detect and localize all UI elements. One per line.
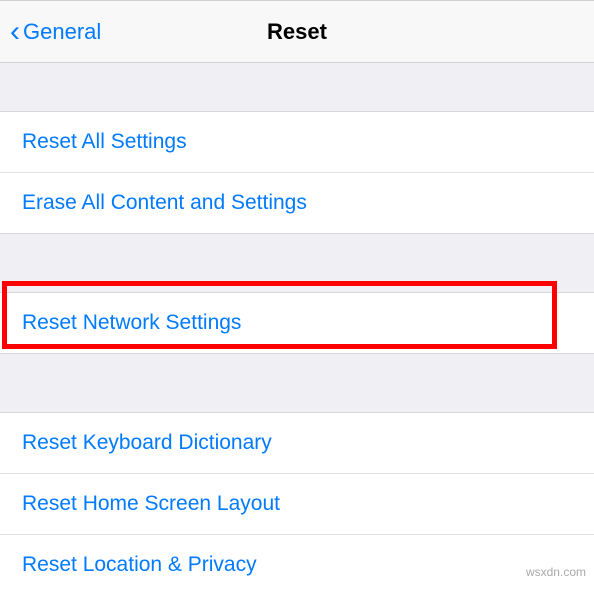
back-button[interactable]: ‹ General: [10, 17, 101, 47]
back-label: General: [23, 19, 101, 45]
reset-location-privacy[interactable]: Reset Location & Privacy: [0, 534, 594, 595]
settings-group-1: Reset All Settings Erase All Content and…: [0, 111, 594, 234]
page-title: Reset: [267, 19, 327, 45]
section-spacer: [0, 354, 594, 412]
navigation-bar: ‹ General Reset: [0, 0, 594, 63]
watermark: wsxdn.com: [526, 565, 586, 579]
erase-all-content-settings[interactable]: Erase All Content and Settings: [0, 172, 594, 233]
reset-keyboard-dictionary[interactable]: Reset Keyboard Dictionary: [0, 413, 594, 473]
section-spacer: [0, 63, 594, 111]
reset-home-screen-layout[interactable]: Reset Home Screen Layout: [0, 473, 594, 534]
reset-all-settings[interactable]: Reset All Settings: [0, 112, 594, 172]
settings-group-2: Reset Network Settings: [0, 292, 594, 354]
section-spacer: [0, 234, 594, 292]
chevron-left-icon: ‹: [10, 17, 20, 47]
settings-group-3: Reset Keyboard Dictionary Reset Home Scr…: [0, 412, 594, 595]
reset-network-settings[interactable]: Reset Network Settings: [0, 293, 594, 353]
